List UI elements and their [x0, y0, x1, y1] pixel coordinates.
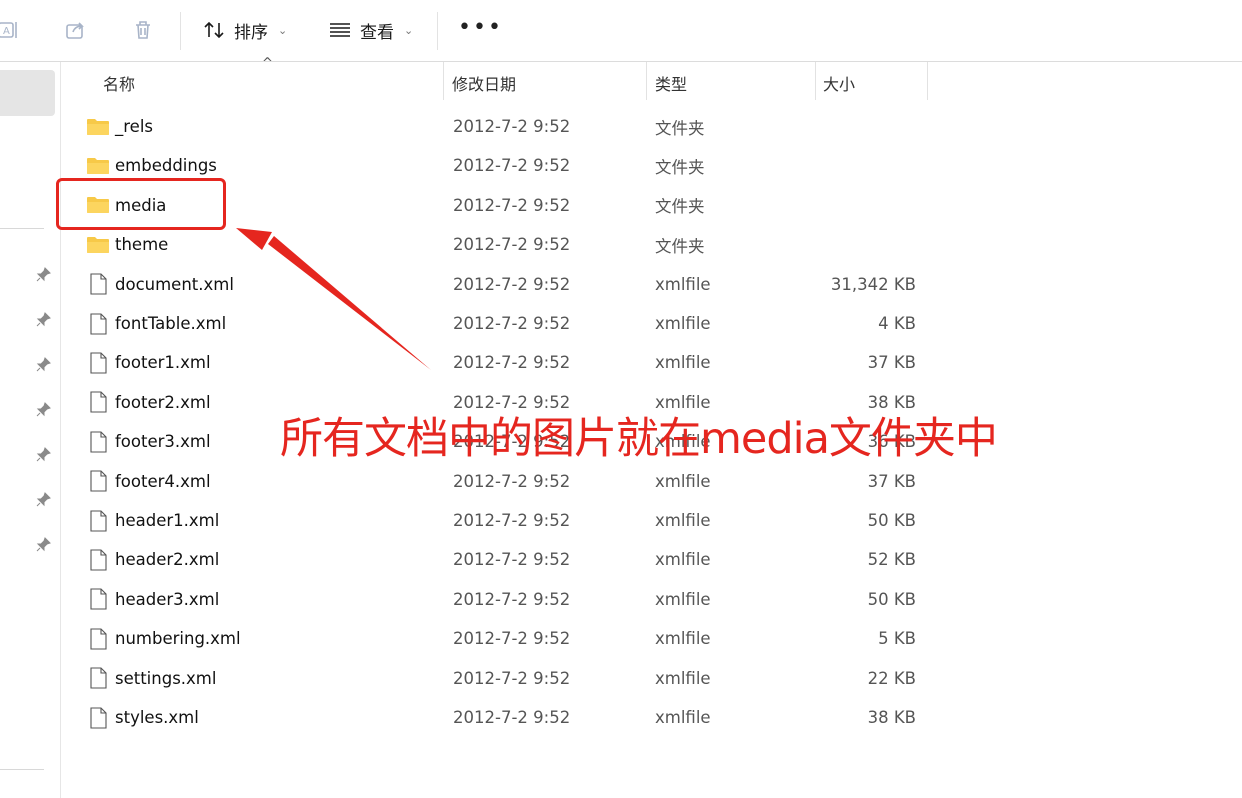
annotation-text: 所有文档中的图片就在media文件夹中	[280, 414, 998, 464]
annotation-arrow	[236, 228, 431, 370]
